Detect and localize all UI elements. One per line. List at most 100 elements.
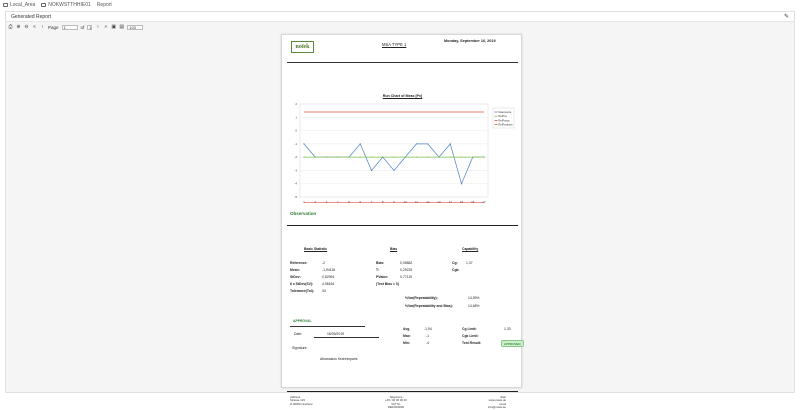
page-input[interactable]: 1 [61,24,78,30]
report-viewer[interactable]: noïek MSA TYPE 1 Monday, September 16, 2… [6,32,794,409]
stat-value: 0,82994 [322,275,335,279]
save-icon[interactable]: ▣ [111,24,116,30]
data-point [427,143,429,145]
bias-heading: Bias [390,247,398,251]
breadcrumb-item-local-area[interactable]: Local_Area [3,2,35,8]
report-panel: Generated Report ✎ ⎙ ⊕ ⊖ « ‹ Page 1 of 1… [5,11,795,409]
capability-heading: Capability [462,247,479,251]
stat-value: 0,05882 [400,261,413,265]
data-point [393,169,395,172]
y-tick-label: 2 [295,102,297,106]
y-tick-label: -1 [294,142,297,146]
data-point [472,156,474,158]
date-underline [314,337,379,338]
stat-value: 0,77119 [400,275,413,279]
report-title: MSA TYPE 1 [382,42,407,47]
stat-label: Cg: [452,261,458,265]
stat-label: Reference: [290,261,308,265]
var-repeatability-value: 14,59% [468,296,480,300]
y-tick-label: -4 [294,182,297,186]
data-point [449,143,451,145]
y-tick-label: -2 [294,155,297,159]
export-icon[interactable]: ▤ [119,24,124,30]
zoom-out-icon[interactable]: ⊖ [24,24,29,30]
report-date: Monday, September 16, 2019 [444,39,496,43]
plot-area [299,103,489,198]
limit-label: Cgk Limit: [462,334,479,338]
stat-label: Mean: [290,268,300,272]
data-point [483,156,485,158]
monitor-icon [41,3,47,7]
legend-entry: RefPosup [499,119,511,122]
report-page: noïek MSA TYPE 1 Monday, September 16, 2… [281,34,524,409]
stat-value: -4 [426,341,430,345]
stat-value: 34 [322,289,326,293]
data-point [303,156,305,158]
first-page-icon[interactable]: « [32,24,37,30]
legend-entry: RefPosdown [499,124,514,127]
date-label: Date: [294,332,303,336]
stat-label: Avg. [403,327,411,331]
divider [287,225,518,226]
print-icon[interactable]: ⎙ [8,24,13,30]
divider [287,391,518,392]
date-value: 16/09/2019 [327,332,344,336]
chart-title: Run Chart of Meas [Px] [382,94,423,98]
panel-header: Generated Report ✎ [6,12,794,22]
stat-value: -1 [426,334,430,338]
var-rep-bias-label: %Var(Repeatability and Bias): [405,304,453,308]
prev-page-icon[interactable]: ‹ [40,24,45,30]
footer-address: Address Strasse 123 D-00000 Nowhere [290,395,313,406]
legend-entry: RefPos [499,115,508,118]
y-tick-label: 1 [295,115,297,119]
y-tick-label: 0 [295,129,297,133]
last-page-icon[interactable]: » [103,24,108,30]
home-icon [3,3,8,7]
stat-label: Bias: [376,261,385,265]
data-point [359,143,361,145]
signature-name: Athanasios Kechrimparis [320,357,358,361]
limit-label: Cg Limit: [462,327,477,331]
stat-label: (Test Bias = 0) [376,282,399,286]
data-point [460,156,463,158]
data-point [325,156,328,158]
breadcrumb-item-machine[interactable]: NOKWSTTHHIE01 [41,2,91,8]
breadcrumb: Local_Area NOKWSTTHHIE01 Report [0,0,800,10]
var-rep-bias-value: 14,68% [468,304,480,308]
data-point [303,143,305,145]
stat-value: -1,94118 [322,268,336,272]
stat-label: Max: [403,334,411,338]
data-point [370,156,373,158]
edit-icon[interactable]: ✎ [784,13,789,20]
stat-value: 1,37 [466,261,473,265]
stat-value: -1,94 [424,327,432,331]
footer-web: Web www.noiek.de email info@noiek.de [488,395,506,410]
y-tick-label: -3 [294,168,297,172]
next-page-icon[interactable]: › [95,24,100,30]
stat-value: 4,98164 [322,282,335,286]
stat-label: 6 x StDev(SV): [290,282,314,286]
data-point [359,156,361,158]
of-label: of [80,24,85,30]
data-point [382,156,384,158]
var-repeatability-label: %Var(Repeatability): [405,296,438,300]
zoom-in-icon[interactable]: ⊕ [16,24,21,30]
data-point [404,156,406,158]
data-point [449,156,451,158]
footer-contact: Telephone +49 / 00 00 00 00 VAT Nr. DE00… [385,395,407,410]
data-point [348,156,350,158]
limit-value: 1,33 [504,327,511,331]
limit-label: Test Result: [462,341,482,345]
panel-title: Generated Report [11,13,52,20]
approval-underline [290,326,365,327]
data-point [415,143,418,145]
zoom-select[interactable]: 100 [127,24,144,30]
basic-stat-heading: Basic Statistic [304,247,328,251]
breadcrumb-item-report[interactable]: Report [97,2,112,8]
stat-label: StDev: [290,275,301,279]
data-point [415,156,418,158]
data-point [438,156,440,158]
page-label: Page [48,24,59,30]
stat-label: Tolerance(Tol): [290,289,314,293]
data-point [460,183,463,185]
